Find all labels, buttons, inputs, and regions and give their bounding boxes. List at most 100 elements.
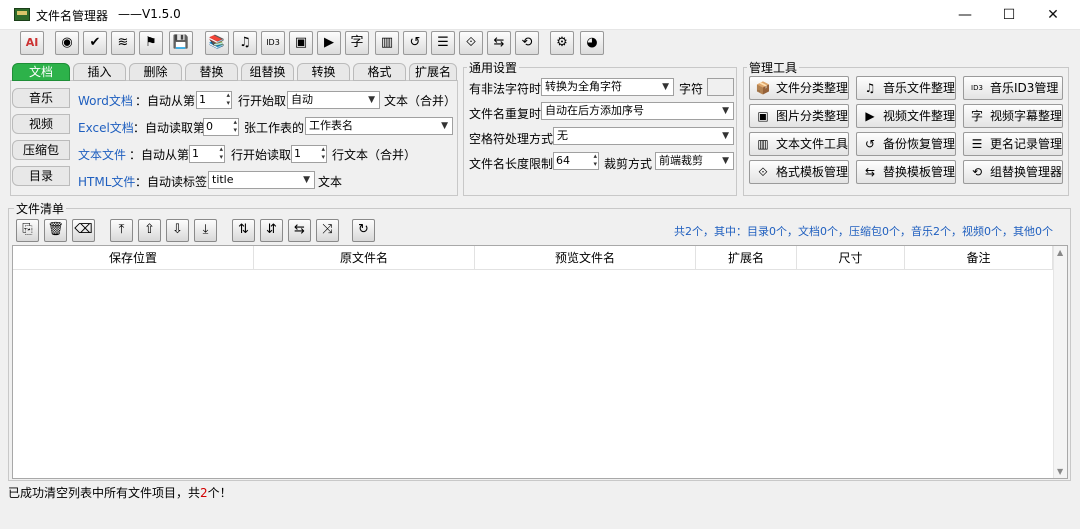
scroll-up-icon[interactable]: ▲ — [1057, 248, 1063, 257]
trash-icon[interactable]: 🗑 — [44, 219, 67, 242]
image-icon[interactable]: ▣ — [289, 31, 313, 55]
manage-button-6[interactable]: ▥ 文本文件工具 — [749, 132, 849, 156]
manage-button-3[interactable]: ▣ 图片分类整理 — [749, 104, 849, 128]
manage-button-8[interactable]: ☰ 更名记录管理 — [963, 132, 1063, 156]
manage-button-7[interactable]: ↺ 备份恢复管理 — [856, 132, 956, 156]
excel-source-select[interactable]: 工作表名 ▼ — [305, 117, 453, 135]
tab-5[interactable]: 转换 — [297, 63, 350, 81]
scroll-down-icon[interactable]: ▼ — [1057, 467, 1063, 476]
minimize-button[interactable]: — — [942, 0, 988, 30]
manage-button-9[interactable]: ⟐ 格式模板管理 — [749, 160, 849, 184]
tab-6[interactable]: 格式 — [353, 63, 406, 81]
vertical-scrollbar[interactable]: ▲ ▼ — [1053, 246, 1067, 478]
text-text1: ：自动从第 — [129, 148, 190, 162]
manage-button-10[interactable]: ⇆ 替换模板管理 — [856, 160, 956, 184]
tab-2[interactable]: 删除 — [129, 63, 182, 81]
illegal-char-value: 转换为全角字符 — [545, 80, 622, 93]
sort-asc-icon[interactable]: ⇅ — [232, 219, 255, 242]
column-header-4[interactable]: 尺寸 — [797, 246, 905, 270]
word-start-spinner[interactable]: 1 — [196, 91, 232, 109]
check-icon[interactable]: ✔ — [83, 31, 107, 55]
word-mode-select[interactable]: 自动 ▼ — [287, 91, 380, 109]
tab-0[interactable]: 文档 — [12, 63, 70, 81]
column-header-1[interactable]: 原文件名 — [254, 246, 475, 270]
tab-1[interactable]: 插入 — [73, 63, 126, 81]
manage-button-0[interactable]: 📦 文件分类整理 — [749, 76, 849, 100]
duplicate-select[interactable]: 自动在后方添加序号 ▼ — [541, 102, 734, 120]
gear-icon[interactable]: ⚙ — [550, 31, 574, 55]
char-input[interactable] — [707, 78, 734, 96]
video-icon[interactable]: ▶ — [317, 31, 341, 55]
length-limit-spinner[interactable]: 64 — [553, 152, 599, 170]
tab-3[interactable]: 替换 — [185, 63, 238, 81]
manage-icon-1: ♫ — [864, 81, 876, 95]
status-bar: 已成功清空列表中所有文件项目，共2个！ — [8, 484, 232, 501]
duplicate-label: 文件名重复时 — [469, 107, 542, 121]
manage-button-2[interactable]: ID3 音乐ID3管理 — [963, 76, 1063, 100]
subtitle-icon[interactable]: 字 — [345, 31, 369, 55]
eye-icon[interactable]: ◉ — [55, 31, 79, 55]
replace-icon[interactable]: ⇆ — [487, 31, 511, 55]
library-icon[interactable]: ▥ — [375, 31, 399, 55]
manage-button-label: 替换模板管理 — [883, 165, 956, 179]
manage-button-1[interactable]: ♫ 音乐文件整理 — [856, 76, 956, 100]
group-icon[interactable]: ⟲ — [515, 31, 539, 55]
excel-text1: ：自动读取第 — [133, 121, 206, 135]
wave-icon[interactable]: ≋ — [111, 31, 135, 55]
column-header-3[interactable]: 扩展名 — [696, 246, 797, 270]
window-title: 文件名管理器 — [36, 9, 109, 23]
manage-icon-2: ID3 — [971, 84, 983, 92]
file-table[interactable]: 保存位置 原文件名 预览文件名 扩展名 尺寸 备注 ▲ ▼ — [12, 245, 1068, 479]
books-icon[interactable]: 📚 — [205, 31, 229, 55]
html-tag-select[interactable]: title ▼ — [208, 171, 315, 189]
move-top-icon[interactable]: ⤒ — [110, 219, 133, 242]
column-header-0[interactable]: 保存位置 — [13, 246, 254, 270]
sort-desc-icon[interactable]: ⇵ — [260, 219, 283, 242]
side-tab-2[interactable]: 压缩包 — [12, 140, 70, 160]
move-down-icon[interactable]: ⇩ — [166, 219, 189, 242]
manage-icon-4: ▶ — [865, 109, 875, 123]
manage-button-11[interactable]: ⟲ 组替换管理器 — [963, 160, 1063, 184]
excel-sheet-spinner[interactable]: 0 — [203, 118, 239, 136]
reverse-icon[interactable]: ⇆ — [288, 219, 311, 242]
word-text2: 行开始取 — [238, 94, 287, 108]
palette-icon[interactable]: ◕ — [580, 31, 604, 55]
side-tab-1[interactable]: 视频 — [12, 114, 70, 134]
format-icon[interactable]: ⟐ — [459, 31, 483, 55]
column-header-2[interactable]: 预览文件名 — [475, 246, 696, 270]
html-text1: ：自动读标签 — [135, 175, 208, 189]
word-mode-value: 自动 — [291, 93, 313, 106]
ai-icon[interactable]: AI — [20, 31, 44, 55]
manage-icon-0: 📦 — [755, 81, 771, 95]
duplicate-value: 自动在后方添加序号 — [545, 104, 644, 117]
side-tab-0[interactable]: 音乐 — [12, 88, 70, 108]
space-select[interactable]: 无 ▼ — [553, 127, 734, 145]
text-start-spinner[interactable]: 1 — [189, 145, 225, 163]
add-files-icon[interactable]: ⎘ — [16, 219, 39, 242]
close-button[interactable]: ✕ — [1030, 0, 1076, 30]
backup-icon[interactable]: ↺ — [403, 31, 427, 55]
cut-select[interactable]: 前端裁剪 ▼ — [655, 152, 734, 170]
side-tab-3[interactable]: 目录 — [12, 166, 70, 186]
column-header-5[interactable]: 备注 — [905, 246, 1053, 270]
chevron-down-icon: ▼ — [722, 156, 729, 166]
move-up-icon[interactable]: ⇧ — [138, 219, 161, 242]
text-lines-spinner[interactable]: 1 — [291, 145, 327, 163]
shuffle-icon[interactable]: ⤨ — [316, 219, 339, 242]
illegal-char-select[interactable]: 转换为全角字符 ▼ — [541, 78, 674, 96]
music-icon[interactable]: ♫ — [233, 31, 257, 55]
text-text3: 行文本（合并） — [332, 148, 417, 162]
text-text2: 行开始读取 — [231, 148, 292, 162]
id3-icon[interactable]: ID3 — [261, 31, 285, 55]
manage-button-5[interactable]: 字视频字幕整理 — [963, 104, 1063, 128]
clear-icon[interactable]: ⌫ — [72, 219, 95, 242]
manage-button-4[interactable]: ▶ 视频文件整理 — [856, 104, 956, 128]
log-icon[interactable]: ☰ — [431, 31, 455, 55]
refresh-icon[interactable]: ↻ — [352, 219, 375, 242]
move-bottom-icon[interactable]: ⤓ — [194, 219, 217, 242]
save-disk-icon[interactable]: 💾 — [169, 31, 193, 55]
tab-4[interactable]: 组替换 — [241, 63, 294, 81]
maximize-button[interactable]: ☐ — [986, 0, 1032, 30]
bookmark-icon[interactable]: ⚑ — [139, 31, 163, 55]
tab-7[interactable]: 扩展名 — [409, 63, 457, 81]
